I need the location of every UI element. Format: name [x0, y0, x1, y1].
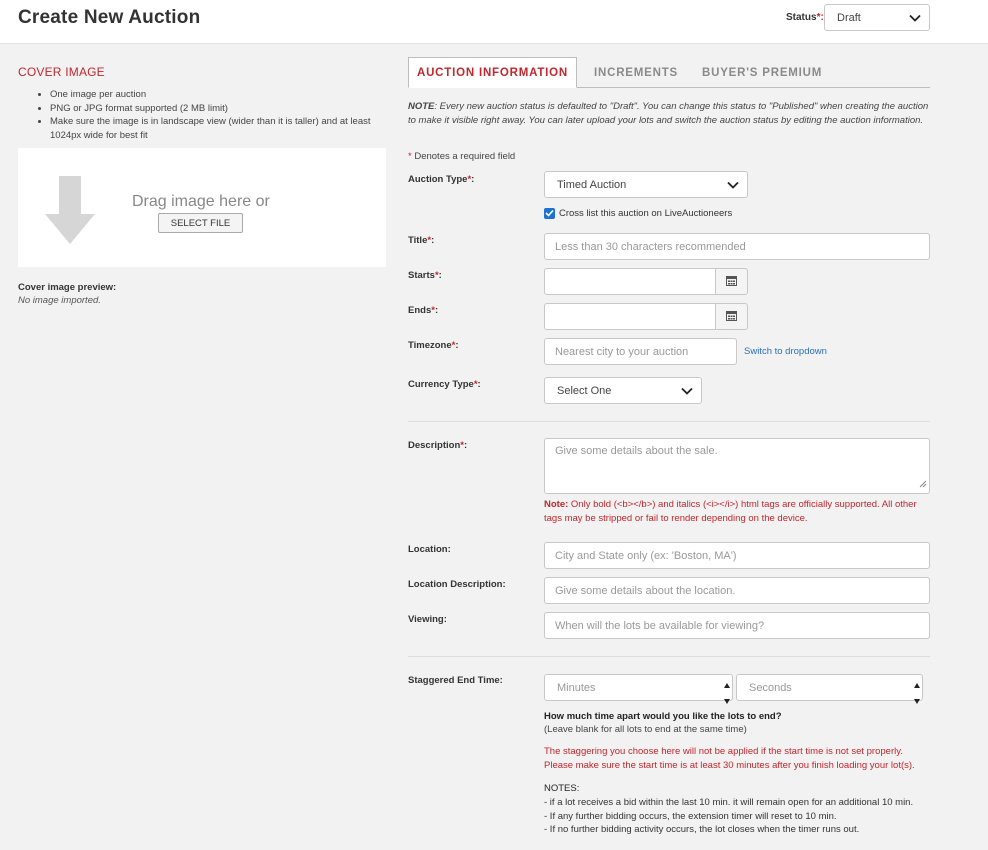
- page-title: Create New Auction: [18, 7, 201, 28]
- seconds-spinner[interactable]: [914, 679, 920, 707]
- select-file-button[interactable]: SELECT FILE: [158, 213, 243, 233]
- currency-type-select[interactable]: Select One: [544, 377, 702, 404]
- auction-type-select[interactable]: Timed Auction: [544, 171, 748, 198]
- viewing-placeholder: When will the lots be available for view…: [555, 619, 765, 632]
- location-description-label: Location Description:: [408, 579, 506, 590]
- location-description-placeholder: Give some details about the location.: [555, 584, 736, 597]
- chevron-down-icon: [727, 181, 739, 189]
- auction-type-label: Auction Type*:: [408, 174, 475, 185]
- tab-auction-information[interactable]: AUCTION INFORMATION: [408, 57, 577, 88]
- minutes-placeholder: Minutes: [557, 681, 596, 694]
- spinner-down-icon[interactable]: [914, 695, 920, 707]
- title-placeholder: Less than 30 characters recommended: [555, 240, 746, 253]
- tab-buyers-premium[interactable]: BUYER'S PREMIUM: [702, 57, 822, 88]
- draft-status-note: NOTE: Every new auction status is defaul…: [408, 101, 929, 126]
- status-select[interactable]: Draft: [824, 4, 930, 31]
- title-input[interactable]: Less than 30 characters recommended: [544, 233, 930, 260]
- section-divider: [408, 656, 930, 657]
- location-input[interactable]: City and State only (ex: 'Boston, MA'): [544, 542, 930, 569]
- viewing-label: Viewing:: [408, 614, 447, 625]
- cover-image-heading: COVER IMAGE: [18, 65, 105, 79]
- list-item: - If any further bidding occurs, the ext…: [544, 810, 837, 822]
- timezone-placeholder: Nearest city to your auction: [555, 345, 689, 358]
- currency-type-label: Currency Type*:: [408, 379, 481, 390]
- staggered-warning-1: The staggering you choose here will not …: [544, 746, 903, 757]
- cross-list-checkbox[interactable]: [544, 208, 555, 219]
- minutes-input[interactable]: Minutes: [544, 674, 733, 704]
- cross-list-label: Cross list this auction on LiveAuctionee…: [559, 208, 733, 219]
- starts-label: Starts*:: [408, 270, 442, 281]
- spinner-up-icon[interactable]: [914, 679, 920, 691]
- list-item: PNG or JPG format supported (2 MB limit): [50, 102, 386, 116]
- title-label: Title*:: [408, 235, 435, 246]
- cover-preview-empty: No image imported.: [18, 295, 101, 306]
- starts-calendar-button[interactable]: [715, 268, 748, 295]
- top-bar: Create New Auction Status*: Draft: [0, 0, 988, 44]
- required-field-note: * Denotes a required field: [408, 151, 516, 162]
- drop-instruction: Drag image here or: [132, 193, 270, 210]
- chevron-down-icon: [681, 387, 693, 395]
- seconds-placeholder: Seconds: [749, 681, 792, 694]
- timezone-input[interactable]: Nearest city to your auction: [544, 338, 737, 365]
- status-label: Status*:: [786, 12, 824, 23]
- staggered-warning-2: Please make sure the start time is at le…: [544, 760, 915, 771]
- list-item: - if a lot receives a bid within the las…: [544, 797, 914, 808]
- seconds-input[interactable]: Seconds: [736, 674, 923, 704]
- description-textarea[interactable]: Give some details about the sale.: [544, 438, 930, 494]
- ends-label: Ends*:: [408, 305, 439, 316]
- currency-type-value: Select One: [557, 384, 612, 397]
- description-placeholder: Give some details about the sale.: [555, 445, 718, 457]
- minutes-spinner[interactable]: [724, 679, 730, 707]
- spinner-down-icon[interactable]: [724, 695, 730, 707]
- ends-input[interactable]: [544, 303, 716, 330]
- ends-calendar-button[interactable]: [715, 303, 748, 330]
- staggered-question-sub: (Leave blank for all lots to end at the …: [544, 724, 747, 735]
- cover-requirements-list: One image per auction PNG or JPG format …: [36, 88, 386, 142]
- staggered-question: How much time apart would you like the l…: [544, 711, 782, 722]
- down-arrow-icon: [45, 176, 95, 249]
- list-item: - If no further bidding activity occurs,…: [544, 824, 860, 835]
- description-note: Note: Only bold (<b></b>) and italics (<…: [544, 499, 917, 524]
- location-description-input[interactable]: Give some details about the location.: [544, 577, 930, 604]
- viewing-input[interactable]: When will the lots be available for view…: [544, 612, 930, 639]
- status-select-value: Draft: [837, 11, 861, 24]
- staggered-end-time-label: Staggered End Time:: [408, 675, 503, 686]
- timezone-label: Timezone*:: [408, 340, 459, 351]
- calendar-icon: [726, 310, 737, 324]
- list-item: Make sure the image is in landscape view…: [50, 115, 386, 142]
- chevron-down-icon: [909, 14, 921, 22]
- location-placeholder: City and State only (ex: 'Boston, MA'): [555, 549, 737, 562]
- notes-heading: NOTES:: [544, 783, 580, 794]
- location-label: Location:: [408, 544, 451, 555]
- calendar-icon: [726, 275, 737, 289]
- image-dropzone[interactable]: Drag image here or SELECT FILE: [18, 148, 386, 267]
- tab-increments[interactable]: INCREMENTS: [594, 57, 678, 88]
- section-divider: [408, 421, 930, 422]
- list-item: One image per auction: [50, 88, 386, 102]
- resize-handle-icon[interactable]: [919, 479, 927, 491]
- notes-list: - if a lot receives a bid within the las…: [544, 796, 913, 837]
- spinner-up-icon[interactable]: [724, 679, 730, 691]
- check-icon: [545, 208, 554, 220]
- auction-type-value: Timed Auction: [557, 178, 627, 191]
- switch-to-dropdown-link[interactable]: Switch to dropdown: [744, 346, 827, 357]
- cover-preview-label: Cover image preview:: [18, 282, 117, 293]
- description-label: Description*:: [408, 440, 468, 451]
- starts-input[interactable]: [544, 268, 716, 295]
